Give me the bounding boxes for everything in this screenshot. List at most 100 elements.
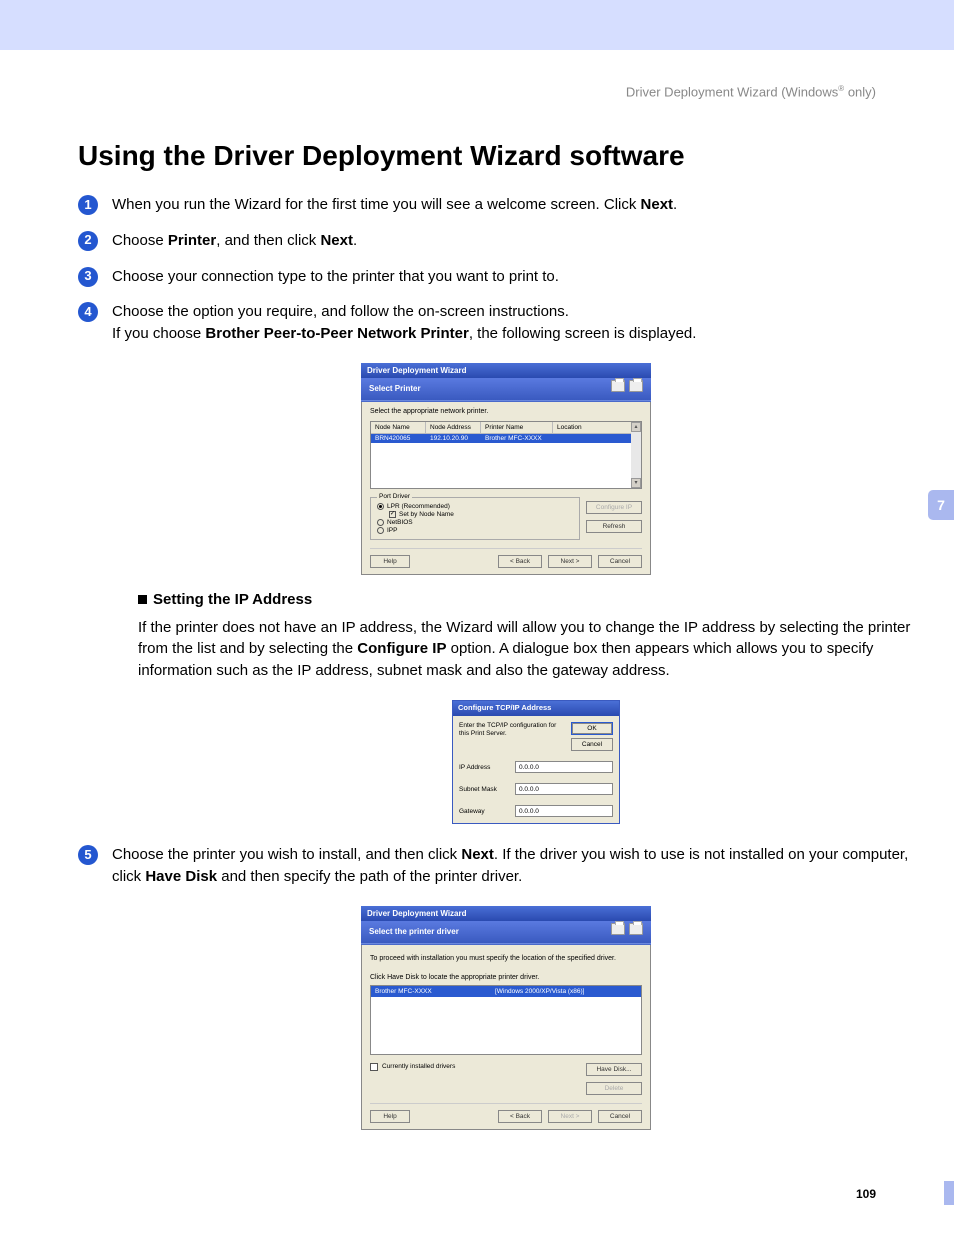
step-5-pre: Choose the printer you wish to install, … [112, 846, 461, 863]
table-head: Node Name Node Address Printer Name Loca… [371, 422, 641, 434]
scroll-down-icon[interactable]: ▾ [631, 478, 641, 488]
corner-accent [944, 1181, 954, 1205]
back-button[interactable]: < Back [498, 1110, 542, 1123]
driver-list[interactable]: Brother MFC-XXXX [Windows 2000/XP/Vista … [370, 985, 642, 1055]
running-header: Driver Deployment Wizard (Windows® only) [626, 84, 876, 99]
next-button[interactable]: Next > [548, 1110, 592, 1123]
sub-heading: Setting the IP Address [138, 589, 934, 611]
col-node-name: Node Name [371, 422, 426, 433]
back-button[interactable]: < Back [498, 555, 542, 568]
printer-icons [611, 923, 643, 935]
sub-body: If the printer does not have an IP addre… [138, 617, 934, 682]
radio-ipp[interactable]: IPP [377, 527, 573, 534]
step-5-post: and then specify the path of the printer… [217, 868, 522, 885]
setting-ip-section: Setting the IP Address If the printer do… [138, 589, 934, 825]
check-installed-drivers[interactable]: Currently installed drivers [370, 1063, 455, 1071]
radio-ipp-label: IPP [387, 527, 397, 534]
dlg3-instr1: To proceed with installation you must sp… [370, 955, 642, 962]
dlg2-instruction: Enter the TCP/IP configuration for this … [459, 722, 565, 739]
step-5-b1: Next [461, 846, 494, 863]
cell-node-address: 192.10.20.90 [426, 434, 481, 443]
have-disk-button[interactable]: Have Disk... [586, 1063, 642, 1076]
dlg3-title: Driver Deployment Wizard [361, 906, 651, 921]
dialog-select-printer: Driver Deployment Wizard Select Printer … [361, 363, 651, 575]
cell-location [553, 434, 641, 443]
col-node-address: Node Address [426, 422, 481, 433]
ok-button[interactable]: OK [571, 722, 613, 735]
check-set-by-node-label: Set by Node Name [399, 511, 454, 518]
checkbox-icon: ✓ [389, 511, 396, 518]
dlg1-subtitle: Select Printer [369, 384, 421, 393]
step-4: 4 Choose the option you require, and fol… [78, 301, 934, 345]
step-5-b2: Have Disk [145, 868, 217, 885]
step-2-post: . [353, 232, 357, 249]
chapter-tab: 7 [928, 490, 954, 520]
top-bar [0, 0, 954, 50]
input-ip[interactable]: 0.0.0.0 [515, 761, 613, 773]
dlg1-instruction: Select the appropriate network printer. [370, 408, 642, 415]
port-driver-fieldset: Port Driver LPR (Recommended) ✓Set by No… [370, 497, 580, 540]
sub-body-b: Configure IP [357, 640, 446, 657]
dlg2-title: Configure TCP/IP Address [453, 701, 619, 716]
radio-icon [377, 519, 384, 526]
step-5-badge: 5 [78, 845, 98, 865]
dlg1-title: Driver Deployment Wizard [361, 363, 651, 378]
step-5: 5 Choose the printer you wish to install… [78, 844, 934, 888]
label-ip: IP Address [459, 763, 507, 772]
delete-button[interactable]: Delete [586, 1082, 642, 1095]
input-mask[interactable]: 0.0.0.0 [515, 783, 613, 795]
step-1-post: . [673, 196, 677, 213]
checkbox-icon [370, 1063, 378, 1071]
input-gateway[interactable]: 0.0.0.0 [515, 805, 613, 817]
label-gateway: Gateway [459, 807, 507, 816]
cell-printer-name: Brother MFC-XXXX [481, 434, 553, 443]
cancel-button[interactable]: Cancel [598, 1110, 642, 1123]
radio-icon [377, 503, 384, 510]
radio-netbios-label: NetBIOS [387, 519, 413, 526]
scrollbar[interactable]: ▴ ▾ [631, 422, 641, 488]
step-4-l2-b: Brother Peer-to-Peer Network Printer [205, 325, 468, 342]
step-3-text: Choose your connection type to the print… [112, 266, 934, 288]
scroll-up-icon[interactable]: ▴ [631, 422, 641, 432]
printer-icon [629, 380, 643, 392]
printer-table[interactable]: Node Name Node Address Printer Name Loca… [370, 421, 642, 489]
dlg1-subtitle-bar: Select Printer [361, 378, 651, 400]
next-button[interactable]: Next > [548, 555, 592, 568]
header-pre: Driver Deployment Wizard (Windows [626, 84, 838, 99]
step-2-badge: 2 [78, 231, 98, 251]
table-row[interactable]: BRN420065 192.10.20.90 Brother MFC-XXXX [371, 434, 641, 443]
radio-lpr[interactable]: LPR (Recommended) [377, 503, 573, 510]
printer-icon [629, 923, 643, 935]
step-4-line1: Choose the option you require, and follo… [112, 301, 934, 323]
help-button[interactable]: Help [370, 1110, 410, 1123]
step-1: 1 When you run the Wizard for the first … [78, 194, 934, 216]
step-1-badge: 1 [78, 195, 98, 215]
step-1-bold: Next [641, 196, 674, 213]
label-mask: Subnet Mask [459, 785, 507, 794]
configure-ip-button[interactable]: Configure IP [586, 501, 642, 514]
cell-driver-os: [Windows 2000/XP/Vista (x86)] [491, 986, 641, 997]
step-2-mid: , and then click [216, 232, 320, 249]
cancel-button[interactable]: Cancel [571, 738, 613, 751]
dlg3-instr2: Click Have Disk to locate the appropriat… [370, 974, 642, 981]
col-printer-name: Printer Name [481, 422, 553, 433]
cancel-button[interactable]: Cancel [598, 555, 642, 568]
cell-node-name: BRN420065 [371, 434, 426, 443]
check-installed-label: Currently installed drivers [382, 1063, 455, 1070]
step-3-badge: 3 [78, 267, 98, 287]
step-4-badge: 4 [78, 302, 98, 322]
step-4-l2-post: , the following screen is displayed. [469, 325, 697, 342]
col-location: Location [553, 422, 641, 433]
help-button[interactable]: Help [370, 555, 410, 568]
cell-driver-name: Brother MFC-XXXX [371, 986, 491, 997]
sub-heading-text: Setting the IP Address [153, 589, 312, 611]
dialog-configure-tcpip: Configure TCP/IP Address Enter the TCP/I… [452, 700, 620, 825]
printer-icons [611, 380, 643, 392]
check-set-by-node[interactable]: ✓Set by Node Name [389, 511, 573, 518]
list-row[interactable]: Brother MFC-XXXX [Windows 2000/XP/Vista … [371, 986, 641, 997]
step-1-pre: When you run the Wizard for the first ti… [112, 196, 641, 213]
step-4-l2-pre: If you choose [112, 325, 205, 342]
refresh-button[interactable]: Refresh [586, 520, 642, 533]
step-2-pre: Choose [112, 232, 168, 249]
radio-netbios[interactable]: NetBIOS [377, 519, 573, 526]
